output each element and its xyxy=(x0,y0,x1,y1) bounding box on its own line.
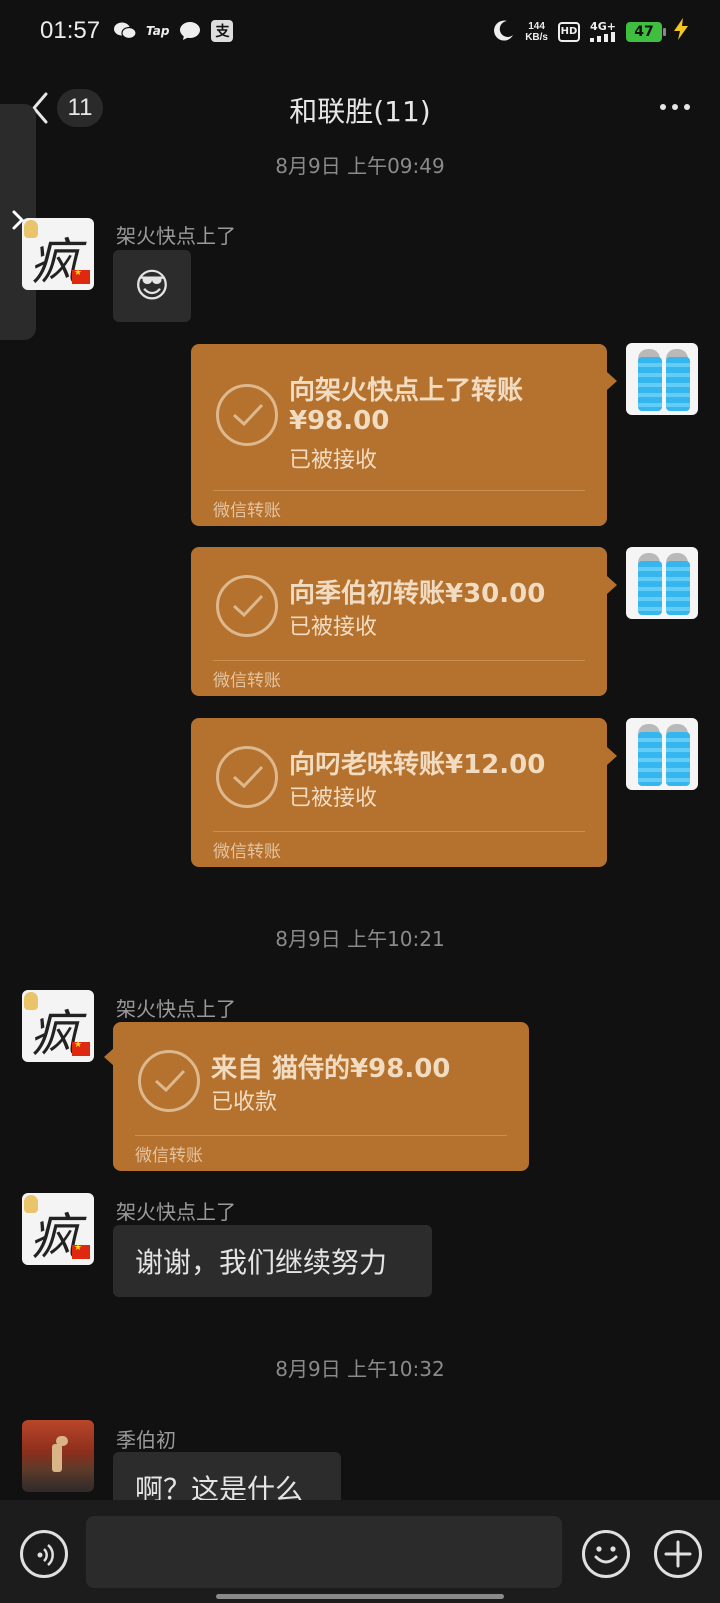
plus-icon[interactable] xyxy=(654,1530,702,1578)
transfer-card[interactable]: 来自 猫侍的¥98.00 已收款 微信转账 xyxy=(113,1022,529,1171)
transfer-title: 向架火快点上了转账 xyxy=(289,376,524,406)
divider xyxy=(213,831,585,832)
moon-icon xyxy=(493,19,515,45)
more-dots-icon[interactable] xyxy=(660,104,690,110)
china-flag-icon xyxy=(72,268,90,284)
transfer-status: 已被接收 xyxy=(289,615,378,640)
transfer-status: 已被接收 xyxy=(289,448,378,473)
transfer-title: 向叼老味转账¥12.00 xyxy=(289,750,546,780)
transfer-status: 已被接收 xyxy=(289,786,378,811)
timestamp: 8月9日 上午10:32 xyxy=(275,1357,445,1381)
transfer-footer: 微信转账 xyxy=(213,842,281,862)
deer-figure xyxy=(52,1444,62,1472)
check-circle-icon xyxy=(216,746,278,808)
transfer-status: 已收款 xyxy=(211,1090,278,1115)
message-bubble[interactable]: 😎 xyxy=(113,250,191,322)
avatar[interactable] xyxy=(626,547,698,619)
bubble-tail xyxy=(607,372,617,390)
transfer-title: 向季伯初转账¥30.00 xyxy=(289,579,546,609)
chat-input-bar xyxy=(0,1500,720,1603)
avatar-figure xyxy=(666,561,690,615)
wechat-notification-icon xyxy=(114,20,136,42)
check-circle-icon xyxy=(216,384,278,446)
avatar[interactable] xyxy=(626,343,698,415)
signal-icon: 4G+ xyxy=(590,21,616,42)
divider xyxy=(213,660,585,661)
check-circle-icon xyxy=(216,575,278,637)
china-flag-icon xyxy=(72,1040,90,1056)
tap-app-icon: Tap xyxy=(146,24,170,38)
emoji-icon[interactable] xyxy=(582,1530,630,1578)
battery-icon: 47 xyxy=(626,21,666,42)
avatar[interactable]: 疯 xyxy=(22,1193,94,1265)
message-bubble[interactable]: 谢谢，我们继续努力 xyxy=(113,1225,432,1297)
avatar[interactable] xyxy=(22,1420,94,1492)
sender-name: 架火快点上了 xyxy=(116,224,236,248)
transfer-amount: ¥98.00 xyxy=(289,406,390,436)
status-time: 01:57 xyxy=(40,17,101,44)
divider xyxy=(135,1135,507,1136)
timestamp: 8月9日 上午10:21 xyxy=(275,927,445,951)
transfer-title: 来自 猫侍的¥98.00 xyxy=(211,1054,451,1084)
transfer-card[interactable]: 向季伯初转账¥30.00 已被接收 微信转账 xyxy=(191,547,607,696)
avatar-figure xyxy=(638,357,662,411)
network-speed: 144 KB/s xyxy=(525,21,548,43)
voice-icon[interactable] xyxy=(20,1530,68,1578)
china-flag-icon xyxy=(72,1243,90,1259)
transfer-card[interactable]: 向叼老味转账¥12.00 已被接收 微信转账 xyxy=(191,718,607,867)
bubble-tail xyxy=(607,576,617,594)
timestamp: 8月9日 上午09:49 xyxy=(275,154,445,178)
avatar-figure xyxy=(638,732,662,786)
status-system-icons: 144 KB/s HD 4G+ 47 xyxy=(493,18,690,45)
network-speed-value: 144 xyxy=(528,20,545,32)
alipay-icon: 支 xyxy=(211,20,234,42)
hd-icon: HD xyxy=(558,21,580,42)
page-title: 和联胜(11) xyxy=(289,95,431,128)
message-text: 谢谢，我们继续努力 xyxy=(135,1246,388,1279)
sender-name: 架火快点上了 xyxy=(116,1200,236,1224)
transfer-footer: 微信转账 xyxy=(135,1146,203,1166)
status-notification-icons: Tap 支 xyxy=(114,20,234,42)
transfer-card[interactable]: 向架火快点上了转账 ¥98.00 已被接收 微信转账 xyxy=(191,344,607,526)
avatar-figure xyxy=(666,357,690,411)
bubble-tail xyxy=(607,747,617,765)
network-speed-unit: KB/s xyxy=(525,31,548,43)
divider xyxy=(213,490,585,491)
network-type: 4G+ xyxy=(590,20,616,33)
avatar[interactable]: 疯 xyxy=(22,218,94,290)
status-bar: 01:57 Tap 支 144 KB/s HD 4G+ 47 xyxy=(0,0,720,64)
avatar-figure xyxy=(666,732,690,786)
check-circle-icon xyxy=(138,1050,200,1112)
sender-name: 架火快点上了 xyxy=(116,997,236,1021)
chat-bubble-icon xyxy=(179,20,201,42)
avatar[interactable]: 疯 xyxy=(22,990,94,1062)
transfer-footer: 微信转账 xyxy=(213,671,281,691)
message-input[interactable] xyxy=(86,1516,562,1588)
chat-header: 11 和联胜(11) xyxy=(0,64,720,154)
sender-name: 季伯初 xyxy=(116,1428,176,1452)
charging-bolt-icon xyxy=(672,18,690,45)
avatar-figure xyxy=(638,561,662,615)
avatar[interactable] xyxy=(626,718,698,790)
sunglasses-emoji: 😎 xyxy=(134,266,170,306)
transfer-footer: 微信转账 xyxy=(213,501,281,521)
home-indicator[interactable] xyxy=(216,1594,504,1599)
